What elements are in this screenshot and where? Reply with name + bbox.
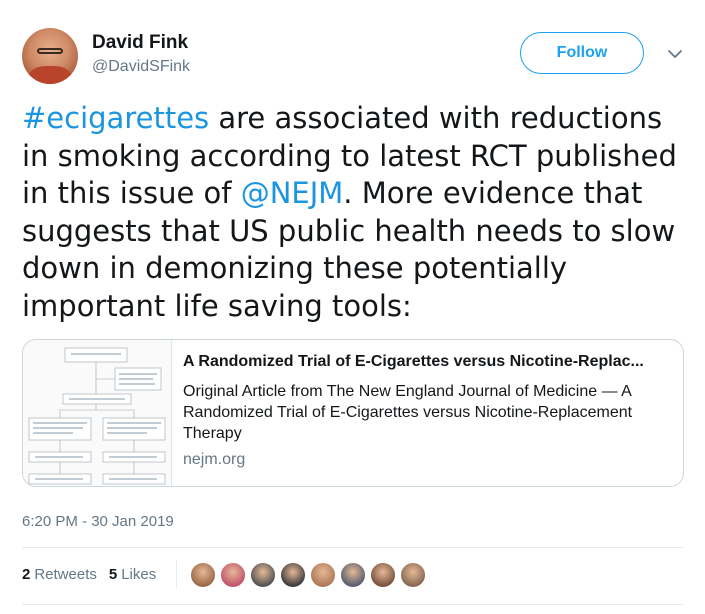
follow-button[interactable]: Follow <box>520 32 644 74</box>
flowchart-thumbnail-graphic <box>28 347 166 485</box>
liker-avatar[interactable] <box>250 562 276 588</box>
author-name[interactable]: David Fink <box>92 32 188 54</box>
retweets-label: Retweets <box>34 566 97 583</box>
author-avatar[interactable] <box>22 28 78 84</box>
liker-avatar[interactable] <box>400 562 426 588</box>
chevron-down-icon[interactable] <box>665 44 685 64</box>
tweet-timestamp[interactable]: 6:20 PM - 30 Jan 2019 <box>22 513 174 530</box>
card-title[interactable]: A Randomized Trial of E-Cigarettes versu… <box>183 353 673 371</box>
author-handle[interactable]: @DavidSFink <box>92 58 190 76</box>
retweets-stat[interactable]: 2 Retweets <box>22 566 97 588</box>
hashtag-link[interactable]: #ecigarettes <box>22 101 209 135</box>
engagement-stats: 2 Retweets 5 Likes <box>22 560 178 588</box>
card-description: Original Article from The New England Jo… <box>183 383 633 442</box>
card-thumbnail <box>23 340 172 486</box>
avatar-glasses <box>37 48 63 54</box>
retweets-count: 2 <box>22 566 31 583</box>
liker-avatar[interactable] <box>280 562 306 588</box>
liker-avatar[interactable] <box>220 562 246 588</box>
liker-avatar[interactable] <box>190 562 216 588</box>
divider-bottom <box>22 604 684 605</box>
avatar-shirt <box>28 66 72 84</box>
liker-avatar[interactable] <box>340 562 366 588</box>
likes-label: Likes <box>121 566 157 583</box>
card-domain: nejm.org <box>183 451 246 468</box>
tweet-text: #ecigarettes are associated with reducti… <box>22 100 692 325</box>
stats-separator <box>176 560 178 588</box>
likes-stat[interactable]: 5 Likes <box>109 566 156 588</box>
liker-avatar[interactable] <box>310 562 336 588</box>
mention-link[interactable]: @NEJM <box>241 176 344 210</box>
liker-avatars <box>190 562 430 588</box>
divider-top <box>22 547 684 548</box>
likes-count: 5 <box>108 566 118 583</box>
liker-avatar[interactable] <box>370 562 396 588</box>
